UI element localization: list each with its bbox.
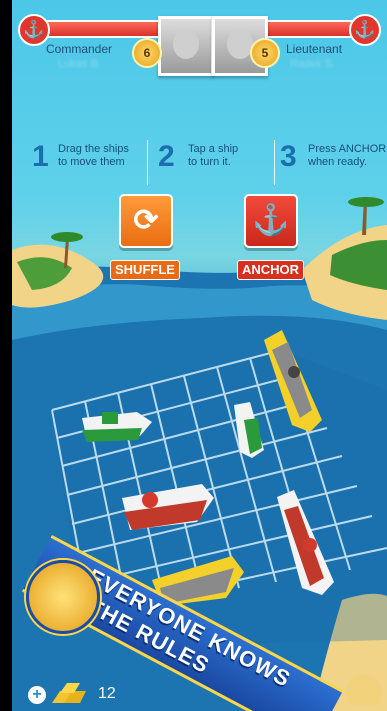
step-divider [274, 140, 275, 185]
shuffle-arrows-icon: ⟳ [133, 204, 159, 237]
right-player-rank: Lieutenant [286, 42, 343, 56]
anchor-label[interactable]: ANCHOR [237, 260, 305, 280]
game-screen: ⚓ ⚓ 6 5 Commander Lukas B. Lieutenant Ra… [12, 0, 387, 711]
step-divider [147, 140, 148, 185]
left-level-badge: 6 [132, 38, 162, 68]
step-2-text: Tap a ship to turn it. [188, 143, 239, 168]
step-3-text: Press ANCHOR when ready. [308, 143, 387, 168]
left-player-name: Lukas B. [58, 58, 101, 70]
step-1-text: Drag the ships to move them [58, 143, 129, 168]
game-frame: ⚓ ⚓ 6 5 Commander Lukas B. Lieutenant Ra… [0, 0, 387, 711]
step-1-number: 1 [32, 140, 49, 173]
anchor-button[interactable]: ⚓ [244, 194, 298, 248]
gold-count: 12 [98, 685, 116, 702]
gold-bars-icon [52, 683, 86, 703]
shuffle-label[interactable]: SHUFFLE [110, 260, 180, 280]
shuffle-button[interactable]: ⟳ [119, 194, 173, 248]
right-player-name: Radek S. [290, 58, 336, 70]
letterbox-bar [0, 0, 12, 711]
currency-bar: + 12 [12, 675, 387, 711]
medal-icon [26, 560, 100, 634]
anchor-icon: ⚓ [252, 204, 290, 237]
left-player-rank: Commander [46, 42, 113, 56]
step-2-number: 2 [158, 140, 175, 173]
right-anchor-icon: ⚓ [349, 14, 381, 46]
left-player-avatar[interactable] [158, 16, 214, 76]
step-3-number: 3 [280, 140, 297, 173]
right-level-badge: 5 [250, 38, 280, 68]
player-header: ⚓ ⚓ 6 5 Commander Lukas B. Lieutenant Ra… [12, 8, 387, 76]
left-stripe [38, 20, 168, 38]
menu-icon[interactable] [347, 675, 381, 705]
plus-icon[interactable]: + [28, 686, 46, 704]
